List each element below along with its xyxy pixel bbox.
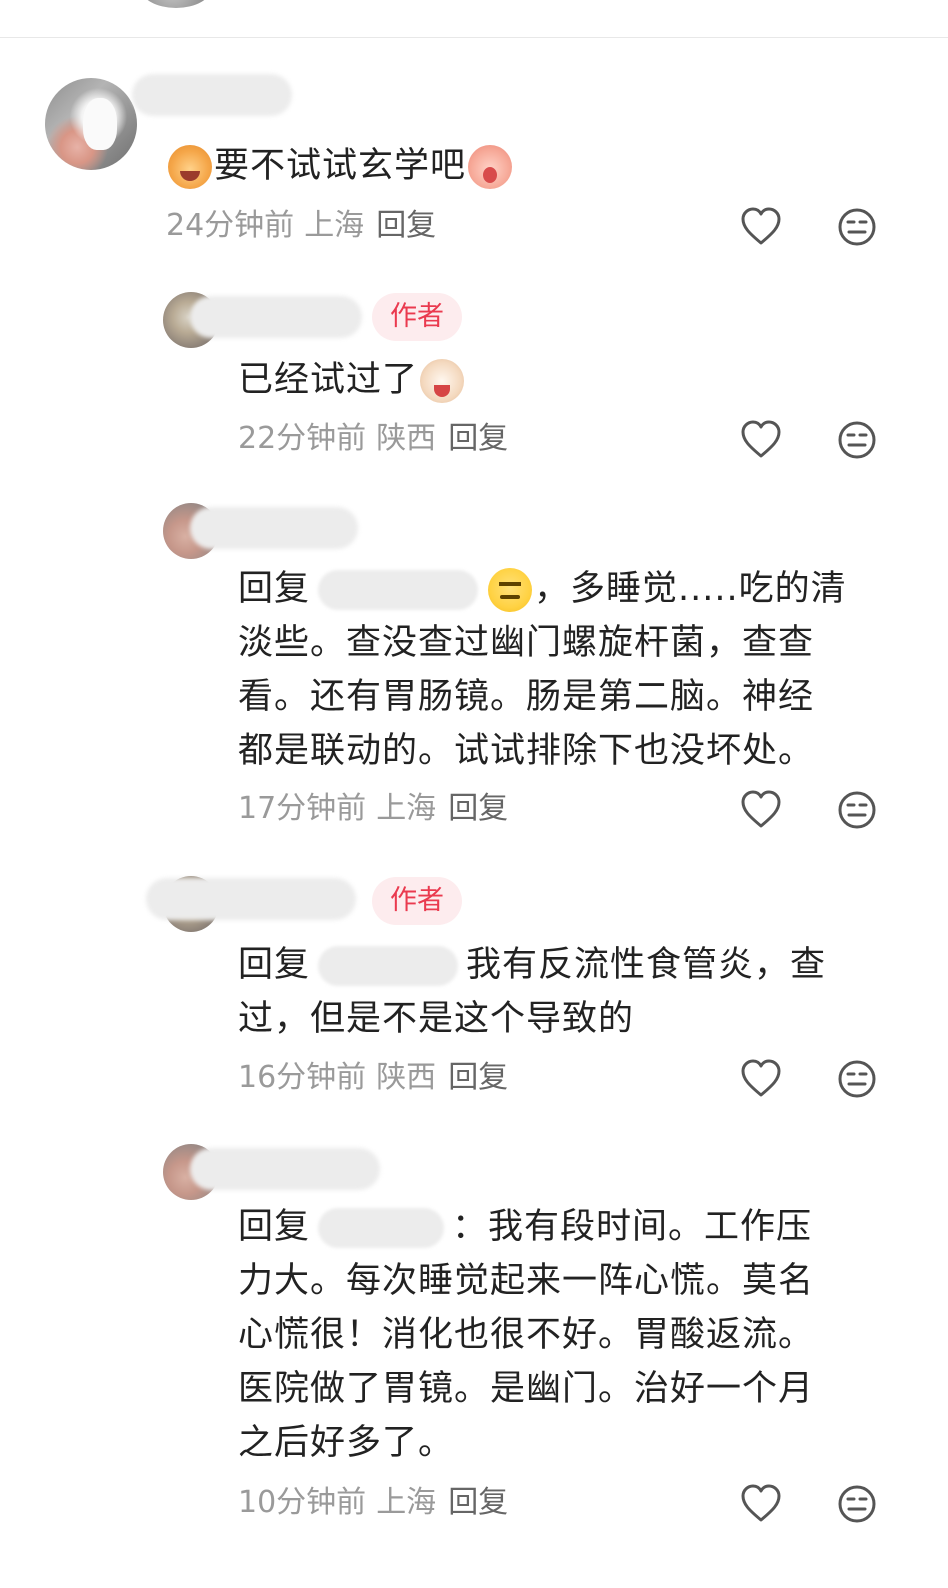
dislike-face-icon[interactable] [835,418,879,462]
comment-text: 回复 ，多睡觉.....吃的清 淡些。查没查过幽门螺旋杆菌，查查 看。还有胃肠镜。… [238,568,847,771]
comment-meta: 17分钟前 上海 回复 [238,789,508,829]
heart-icon[interactable] [739,1482,783,1526]
reply-prefix: 回复 [238,1207,311,1247]
comment-text: 要不试试玄学吧 [166,139,514,193]
comment-meta: 24分钟前 上海 回复 [166,206,436,246]
comment-time: 16分钟前 [238,1060,367,1095]
comment-time: 24分钟前 [166,208,295,243]
previous-avatar[interactable] [140,0,212,8]
mention-redacted[interactable] [318,570,479,610]
comment-meta: 16分钟前 陕西 回复 [238,1058,508,1098]
dislike-face-icon[interactable] [835,1057,879,1101]
reply-button[interactable]: 回复 [376,208,436,243]
comment-time: 22分钟前 [238,421,367,456]
reply-button[interactable]: 回复 [448,791,508,826]
author-badge: 作者 [372,293,462,341]
reply-button[interactable]: 回复 [448,1060,508,1095]
heart-icon[interactable] [739,418,783,462]
heart-icon[interactable] [739,205,783,249]
author-badge: 作者 [372,877,462,925]
comment-text: 回复 我有反流性食管炎，查 过，但是不是这个导致的 [238,945,827,1039]
neutral-face-emoji [488,568,533,612]
comment-location: 陕西 [376,1060,437,1095]
mention-redacted[interactable] [318,1208,445,1248]
comment-location: 上海 [376,791,437,826]
comment-meta: 10分钟前 上海 回复 [238,1483,508,1523]
dislike-face-icon[interactable] [835,205,879,249]
reply-prefix: 回复 [238,569,311,609]
comment-text: 回复 ：我有段时间。工作压 力大。每次睡觉起来一阵心慌。莫名 心慌很！消化也很不好… [238,1207,815,1463]
comment-meta: 22分钟前 陕西 回复 [238,419,508,459]
mention-redacted[interactable] [318,946,459,986]
divider [0,37,948,38]
dislike-face-icon[interactable] [835,1482,879,1526]
reply-button[interactable]: 回复 [448,1485,508,1520]
comment-location: 上海 [304,208,365,243]
crying-dog-emoji [420,359,465,403]
comment-text: 已经试过了 [238,353,466,407]
reply-prefix: 回复 [238,945,311,985]
username-redacted[interactable] [190,1148,380,1190]
username-redacted[interactable] [132,74,292,116]
comment-location: 上海 [376,1485,437,1520]
laughing-cat-emoji [168,145,212,189]
heart-icon[interactable] [739,788,783,832]
username-redacted[interactable] [190,296,362,338]
dislike-face-icon[interactable] [835,788,879,832]
crying-baby-emoji [468,145,513,189]
heart-icon[interactable] [739,1057,783,1101]
comment-time: 10分钟前 [238,1485,367,1520]
comment-location: 陕西 [376,421,437,456]
username-redacted[interactable] [146,878,356,920]
username-redacted[interactable] [190,507,358,549]
reply-button[interactable]: 回复 [448,421,508,456]
avatar[interactable] [45,78,137,170]
comment-time: 17分钟前 [238,791,367,826]
